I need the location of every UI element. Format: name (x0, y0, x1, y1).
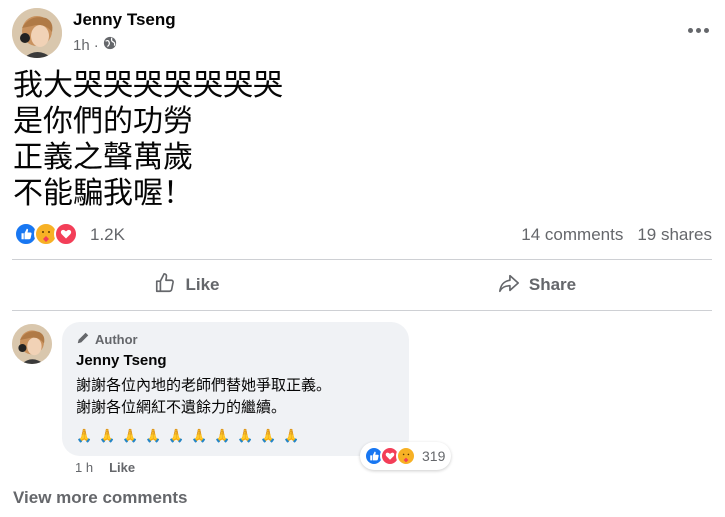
folded-hands-emoji: 🙏 (145, 428, 162, 443)
globe-icon (103, 36, 117, 54)
commenter-name[interactable]: Jenny Tseng (76, 352, 167, 369)
commenter-avatar[interactable] (12, 324, 52, 364)
comment-count[interactable]: 14 comments (521, 225, 623, 245)
view-more-comments-link[interactable]: View more comments (13, 488, 187, 508)
engagement-counts: 14 comments 19 shares (521, 225, 712, 245)
post-time[interactable]: 1h (73, 37, 90, 54)
folded-hands-emoji: 🙏 (237, 428, 254, 443)
share-button[interactable]: Share (362, 262, 712, 308)
folded-hands-emoji: 🙏 (122, 428, 139, 443)
folded-hands-emoji: 🙏 (99, 428, 116, 443)
comment-reactions[interactable]: 319 (360, 442, 452, 470)
like-label: Like (185, 275, 220, 294)
thumbs-up-icon (154, 272, 176, 299)
comment-like-button[interactable]: Like (109, 460, 135, 475)
dot-separator: · (93, 36, 99, 54)
folded-hands-emoji: 🙏 (168, 428, 185, 443)
comment-reaction-count: 319 (422, 448, 446, 464)
share-count[interactable]: 19 shares (637, 225, 712, 245)
comment-line: 謝謝各位內地的老師們替她爭取正義。 (76, 376, 332, 394)
post-line: 正義之聲萬歲 (13, 140, 193, 175)
comment-meta: 1 h Like (75, 460, 135, 475)
comment-time[interactable]: 1 h (75, 460, 93, 475)
author-badge-label: Author (95, 332, 138, 347)
post-text: 我大哭哭哭哭哭哭哭 是你們的功勞 正義之聲萬歲 不能騙我喔！ (13, 68, 703, 212)
share-label: Share (528, 275, 577, 294)
post-meta: 1h · (73, 36, 117, 54)
author-name[interactable]: Jenny Tseng (73, 10, 176, 30)
post-line: 不能騙我喔！ (13, 176, 193, 211)
comment-bubble: Author Jenny Tseng 謝謝各位內地的老師們替她爭取正義。 謝謝各… (62, 322, 452, 470)
reaction-count[interactable]: 1.2K (90, 225, 125, 245)
post-line: 我大哭哭哭哭哭哭哭 (13, 68, 283, 103)
post-line: 是你們的功勞 (13, 104, 193, 139)
folded-hands-emoji: 🙏 (214, 428, 231, 443)
comment-text: 謝謝各位內地的老師們替她爭取正義。 謝謝各位網紅不遺餘力的繼續。 (76, 374, 331, 418)
folded-hands-emoji: 🙏 (191, 428, 208, 443)
divider (12, 310, 712, 311)
love-icon (54, 222, 78, 246)
author-badge: Author (76, 331, 138, 348)
folded-hands-emoji: 🙏 (76, 428, 93, 443)
share-arrow-icon (498, 272, 520, 299)
reaction-summary[interactable] (14, 222, 78, 246)
care-icon (396, 446, 416, 466)
like-button[interactable]: Like (12, 262, 362, 308)
more-options-icon[interactable] (684, 20, 712, 40)
folded-hands-emoji: 🙏 (283, 428, 300, 443)
comment-emoji-row: 🙏 🙏 🙏 🙏 🙏 🙏 🙏 🙏 🙏 🙏 (76, 428, 305, 446)
post-stats: 1.2K 14 comments 19 shares (12, 220, 712, 250)
folded-hands-emoji: 🙏 (260, 428, 277, 443)
pencil-icon (76, 331, 90, 348)
comment-line: 謝謝各位網紅不遺餘力的繼續。 (76, 398, 287, 416)
post-actions: Like Share (12, 262, 712, 308)
author-avatar[interactable] (12, 8, 62, 58)
post-header: Jenny Tseng 1h · (12, 8, 712, 58)
divider (12, 259, 712, 260)
